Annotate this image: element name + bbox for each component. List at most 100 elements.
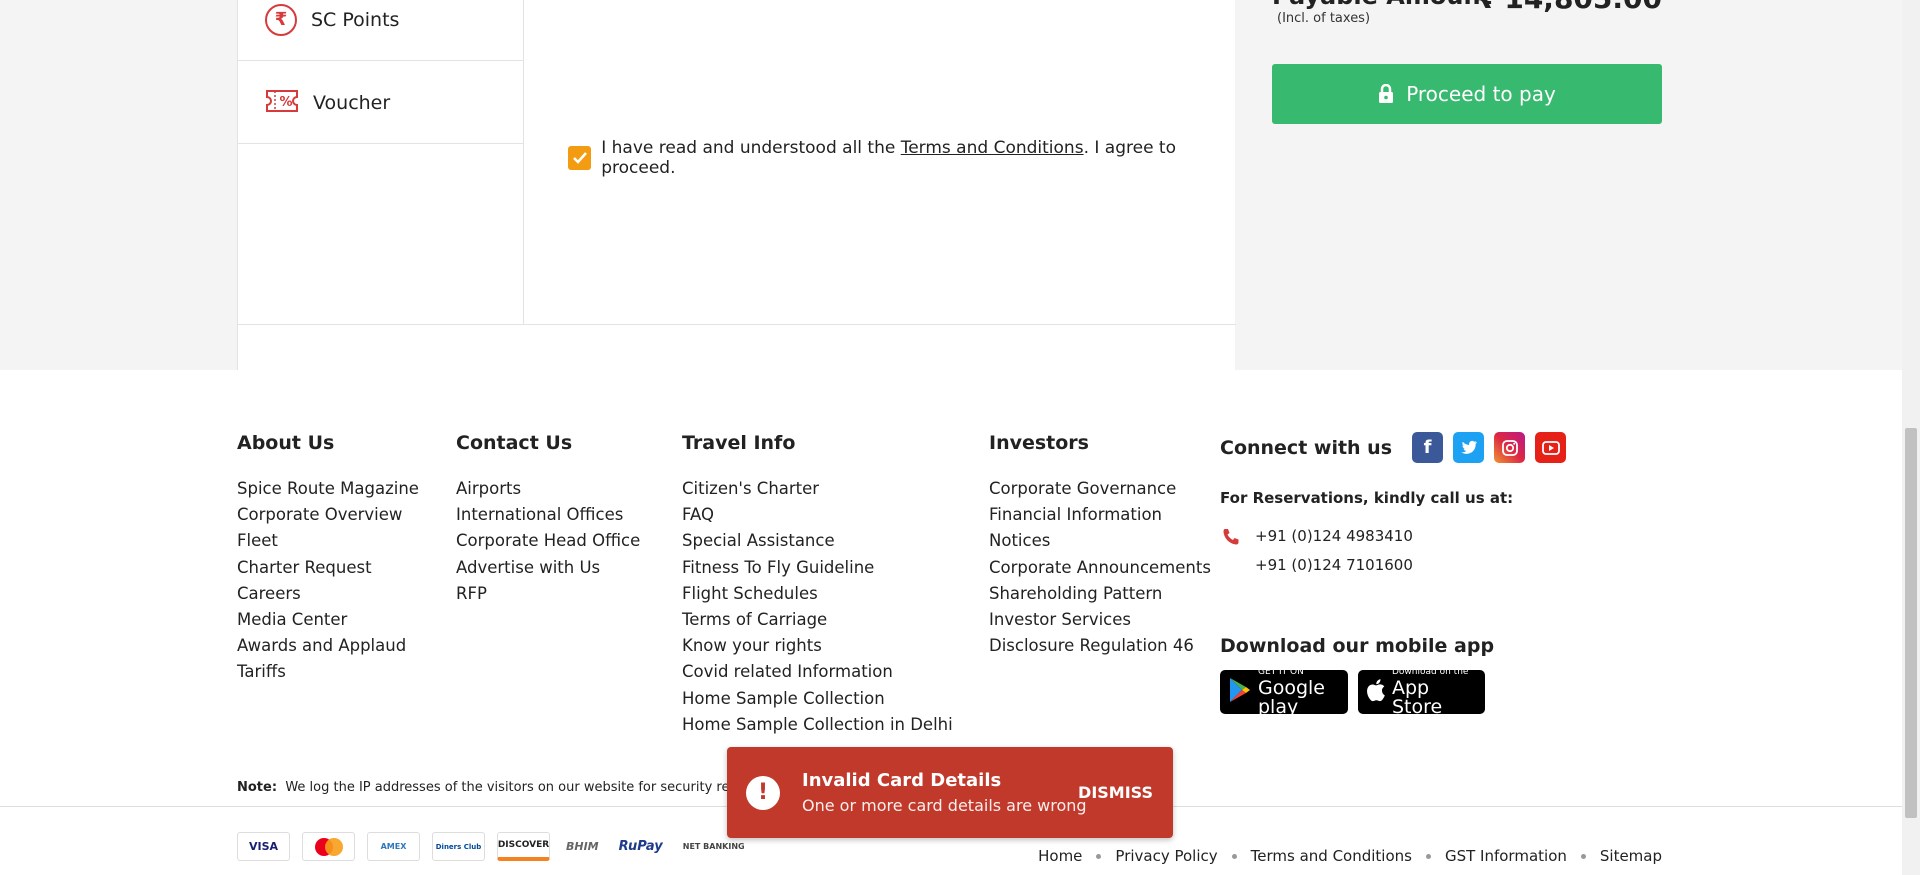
lock-icon [1378, 84, 1394, 104]
payment-logos: VISA AMEX Diners Club DISCOVER BHIM RuPa… [237, 832, 761, 861]
footer-link[interactable]: Corporate Governance [989, 476, 1211, 502]
diners-club-logo: Diners Club [432, 832, 485, 861]
payable-amount-label: Payable Amount [1272, 0, 1492, 10]
phone-number[interactable]: +91 (0)124 4983410 [1255, 527, 1413, 545]
checkmark-icon [572, 152, 587, 164]
footer-link[interactable]: Financial Information [989, 502, 1211, 528]
payment-method-label: SC Points [311, 8, 400, 31]
footer-link[interactable]: Fitness To Fly Guideline [682, 555, 953, 581]
footer-link[interactable]: Flight Schedules [682, 581, 953, 607]
footer-about-column: About Us Spice Route Magazine Corporate … [237, 432, 419, 686]
separator-dot [1580, 853, 1586, 859]
footer-link[interactable]: International Offices [456, 502, 640, 528]
footer-link[interactable]: Special Assistance [682, 528, 953, 554]
amex-logo: AMEX [367, 832, 420, 861]
alert-icon: ! [746, 775, 780, 810]
note-label: Note: [237, 780, 278, 795]
footer-investors-heading: Investors [989, 432, 1089, 454]
scrollbar-thumb[interactable] [1905, 428, 1917, 818]
payment-method-label: Voucher [313, 91, 391, 114]
footer-link[interactable]: Shareholding Pattern [989, 581, 1211, 607]
terms-link[interactable]: Terms and Conditions [901, 138, 1084, 158]
footer-link[interactable]: Terms of Carriage [682, 607, 953, 633]
footer-sitemap-link[interactable]: Sitemap [1600, 847, 1662, 865]
footer-link[interactable]: Disclosure Regulation 46 [989, 633, 1211, 659]
phone-icon [1222, 528, 1240, 550]
footer-link[interactable]: Advertise with Us [456, 555, 640, 581]
google-badge-big: Google play [1258, 676, 1326, 718]
footer-link[interactable]: Charter Request [237, 555, 419, 581]
app-store-badge[interactable]: Download on the App Store [1358, 666, 1485, 716]
payment-methods-panel: ₹ SC Points % Voucher I have read and un… [237, 0, 1236, 370]
footer-link[interactable]: Media Center [237, 607, 419, 633]
discover-logo: DISCOVER [497, 832, 550, 861]
footer-travel-column: Travel Info Citizen's Charter FAQ Specia… [682, 432, 953, 738]
footer-link[interactable]: Spice Route Magazine [237, 476, 419, 502]
footer-link[interactable]: Corporate Head Office [456, 528, 640, 554]
visa-logo: VISA [237, 832, 290, 861]
footer-link[interactable]: Awards and Applaud [237, 633, 419, 659]
footer-link[interactable]: Tariffs [237, 659, 419, 685]
footer-link[interactable]: Careers [237, 581, 419, 607]
footer-connect-column: Connect with us f For Reservations, kind… [1220, 432, 1620, 716]
payable-amount-value: ₹ 14,805.00 [1475, 0, 1662, 15]
terms-checkbox[interactable] [568, 146, 592, 170]
mobile-app-title: Download our mobile app [1220, 635, 1495, 657]
connect-header: Connect with us f [1220, 432, 1620, 463]
footer-home-link[interactable]: Home [1038, 847, 1082, 865]
separator-dot [1231, 853, 1237, 859]
phone-number[interactable]: +91 (0)124 7101600 [1255, 556, 1413, 574]
error-toast: ! Invalid Card Details One or more card … [727, 747, 1173, 838]
footer-link[interactable]: Home Sample Collection [682, 686, 953, 712]
panel-divider [238, 324, 1236, 325]
connect-heading: Connect with us [1220, 436, 1393, 459]
footer-link[interactable]: Corporate Overview [237, 502, 419, 528]
footer-privacy-link[interactable]: Privacy Policy [1115, 847, 1217, 865]
page-scrollbar[interactable] [1902, 0, 1920, 875]
reservations-title: For Reservations, kindly call us at: [1220, 489, 1514, 507]
payment-method-voucher[interactable]: % Voucher [238, 62, 524, 144]
footer-link[interactable]: Citizen's Charter [682, 476, 953, 502]
facebook-icon[interactable]: f [1412, 432, 1444, 463]
footer-travel-heading: Travel Info [682, 432, 796, 454]
svg-text:%: % [279, 95, 292, 110]
youtube-icon[interactable] [1535, 432, 1567, 463]
rupay-logo: RuPay [614, 832, 667, 861]
footer-link[interactable]: Corporate Announcements [989, 555, 1211, 581]
footer-link[interactable]: Know your rights [682, 633, 953, 659]
proceed-to-pay-button[interactable]: Proceed to pay [1272, 64, 1662, 124]
apple-badge-small: Download on the [1392, 666, 1469, 677]
footer-link[interactable]: Investor Services [989, 607, 1211, 633]
toast-title: Invalid Card Details [802, 770, 1002, 791]
footer-gst-link[interactable]: GST Information [1445, 847, 1567, 865]
footer-link[interactable]: Notices [989, 528, 1211, 554]
ip-note: Note: We log the IP addresses of the vis… [237, 780, 760, 795]
bhim-logo: BHIM [562, 832, 603, 861]
instagram-icon[interactable] [1494, 432, 1526, 463]
footer-link[interactable]: Covid related Information [682, 659, 953, 685]
google-badge-small: GET IT ON [1258, 666, 1304, 677]
mastercard-logo [302, 832, 355, 861]
footer-link[interactable]: Airports [456, 476, 640, 502]
footer-link[interactable]: Fleet [237, 528, 419, 554]
footer-contact-heading: Contact Us [456, 432, 573, 454]
payment-method-sc-points[interactable]: ₹ SC Points [238, 0, 524, 61]
terms-text: I have read and understood all the Terms… [601, 138, 1235, 178]
terms-agreement: I have read and understood all the Terms… [568, 138, 1235, 178]
google-play-icon [1228, 677, 1252, 707]
footer-link[interactable]: Home Sample Collection in Delhi [682, 712, 953, 738]
footer-terms-link[interactable]: Terms and Conditions [1251, 847, 1412, 865]
toast-dismiss-button[interactable]: DISMISS [1078, 783, 1153, 802]
twitter-icon[interactable] [1453, 432, 1485, 463]
note-text: We log the IP addresses of the visitors … [285, 780, 761, 795]
payment-section-background: ₹ SC Points % Voucher I have read and un… [0, 0, 1920, 370]
footer-link[interactable]: FAQ [682, 502, 953, 528]
toast-body: Invalid Card Details One or more card de… [802, 770, 1087, 815]
apple-icon [1366, 678, 1386, 706]
footer-link[interactable]: RFP [456, 581, 640, 607]
proceed-button-label: Proceed to pay [1406, 82, 1556, 106]
google-play-badge[interactable]: GET IT ON Google play [1220, 666, 1348, 718]
rupee-icon: ₹ [265, 3, 297, 36]
footer-about-heading: About Us [237, 432, 335, 454]
footer-contact-column: Contact Us Airports International Office… [456, 432, 640, 607]
